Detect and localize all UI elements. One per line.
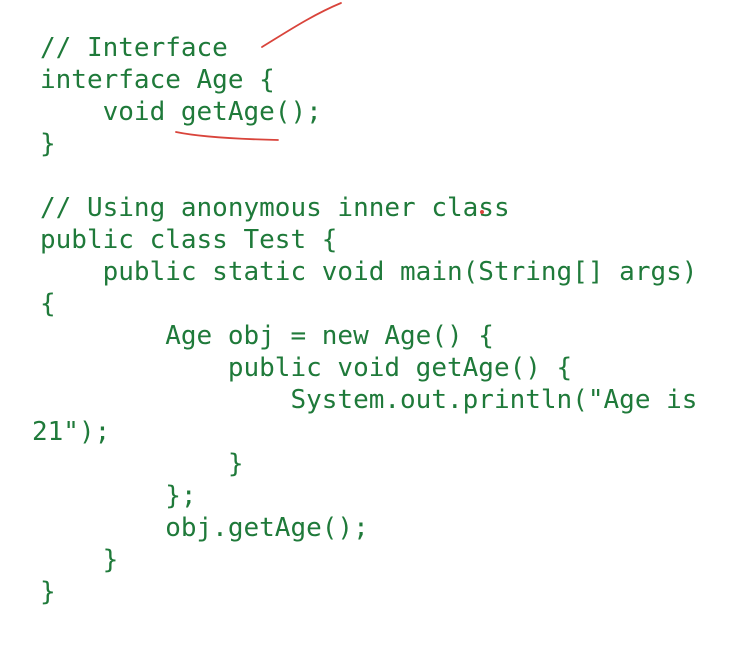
code-line-method-call: obj.getAge(); — [40, 513, 369, 543]
code-line-main-open: { — [40, 289, 56, 319]
code-line-override-method: public void getAge() { — [40, 353, 573, 383]
code-line-main-signature: public static void main(String[] args) — [40, 257, 698, 287]
code-line-method-close: } — [40, 449, 244, 479]
code-line-main-close: } — [40, 545, 119, 575]
code-line-class-declaration: public class Test { — [40, 225, 338, 255]
pen-stroke-underline — [175, 131, 279, 141]
code-line-method-signature: void getAge(); — [40, 97, 322, 127]
code-line-class-close: } — [40, 577, 56, 607]
code-line-object-creation: Age obj = new Age() { — [40, 321, 494, 351]
code-line-interface-declaration: interface Age { — [40, 65, 275, 95]
code-line-comment-anonymous: // Using anonymous inner class — [40, 193, 510, 223]
code-slide: // Interface interface Age { void getAge… — [0, 0, 747, 647]
code-line-println: System.out.println("Age is — [40, 385, 698, 415]
pen-stroke-tick — [261, 2, 342, 48]
code-line-comment-interface: // Interface — [40, 33, 228, 63]
code-line-anonymous-class-close: }; — [40, 481, 197, 511]
code-line-println-wrap: 21"); — [32, 417, 111, 447]
code-line-interface-close: } — [40, 129, 56, 159]
